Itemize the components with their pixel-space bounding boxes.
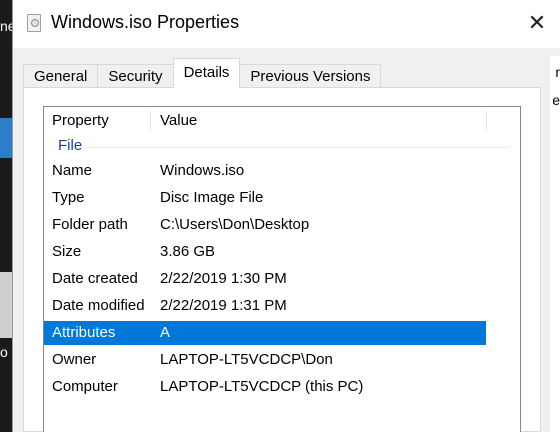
dialog-body: General Security Details Previous Versio…	[13, 48, 560, 432]
property-name: Type	[52, 189, 85, 206]
background-text-fragment: o	[0, 344, 8, 360]
tab-general[interactable]: General	[23, 64, 99, 88]
tab-previous-versions[interactable]: Previous Versions	[239, 64, 382, 88]
detail-row-date-created[interactable]: Date created 2/22/2019 1:30 PM	[44, 267, 486, 291]
detail-row-computer[interactable]: Computer LAPTOP-LT5VCDCP (this PC)	[44, 375, 486, 399]
background-text-fragment: e	[552, 92, 560, 108]
group-divider	[84, 147, 508, 148]
detail-row-attributes[interactable]: Attributes A	[44, 321, 486, 345]
background-window-left: ne o	[0, 0, 16, 432]
group-header-file[interactable]: File	[44, 135, 520, 159]
property-value: A	[160, 324, 171, 341]
background-window-right: r e	[550, 56, 560, 432]
property-name: Name	[52, 162, 93, 179]
property-name: Attributes	[52, 324, 116, 341]
property-value: LAPTOP-LT5VCDCP (this PC)	[160, 378, 364, 395]
list-header: Property Value	[44, 107, 520, 135]
properties-dialog: Windows.iso Properties ✕ General Securit…	[12, 0, 560, 432]
group-label: File	[58, 137, 83, 154]
property-name: Owner	[52, 351, 97, 368]
property-value: 3.86 GB	[160, 243, 216, 260]
background-tile	[0, 118, 12, 158]
detail-row-folder-path[interactable]: Folder path C:\Users\Don\Desktop	[44, 213, 486, 237]
tab-security[interactable]: Security	[97, 64, 174, 88]
property-value: C:\Users\Don\Desktop	[160, 216, 310, 233]
column-divider[interactable]	[150, 111, 151, 131]
property-value: Disc Image File	[160, 189, 264, 206]
property-name: Date created	[52, 270, 138, 287]
background-text-fragment: r	[555, 64, 560, 80]
tab-details[interactable]: Details	[172, 58, 241, 88]
close-button[interactable]: ✕	[514, 0, 560, 46]
detail-row-date-modified[interactable]: Date modified 2/22/2019 1:31 PM	[44, 294, 486, 318]
detail-row-name[interactable]: Name Windows.iso	[44, 159, 486, 183]
detail-row-owner[interactable]: Owner LAPTOP-LT5VCDCP\Don	[44, 348, 486, 372]
property-name: Folder path	[52, 216, 128, 233]
property-name: Size	[52, 243, 82, 260]
window-title: Windows.iso Properties	[51, 12, 240, 32]
property-value: 2/22/2019 1:30 PM	[160, 270, 287, 287]
column-header-property[interactable]: Property	[44, 107, 150, 135]
column-header-value[interactable]: Value	[152, 107, 482, 135]
property-name: Date modified	[52, 297, 145, 314]
background-tile	[0, 272, 12, 338]
disc-image-file-icon	[27, 14, 41, 32]
details-panel: Property Value File Name Windows.iso Typ…	[23, 87, 541, 432]
detail-row-type[interactable]: Type Disc Image File	[44, 186, 486, 210]
property-value: 2/22/2019 1:31 PM	[160, 297, 287, 314]
title-bar[interactable]: Windows.iso Properties ✕	[13, 0, 560, 48]
property-name: Computer	[52, 378, 118, 395]
detail-row-size[interactable]: Size 3.86 GB	[44, 240, 486, 264]
property-value: LAPTOP-LT5VCDCP\Don	[160, 351, 333, 368]
details-list[interactable]: Property Value File Name Windows.iso Typ…	[43, 106, 521, 432]
column-divider[interactable]	[486, 111, 487, 131]
property-value: Windows.iso	[160, 162, 245, 179]
tab-strip: General Security Details Previous Versio…	[23, 58, 382, 88]
